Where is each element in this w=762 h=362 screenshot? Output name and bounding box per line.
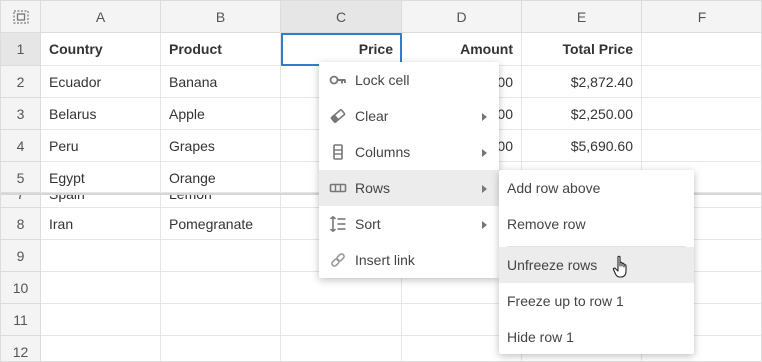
cell-a9[interactable] xyxy=(41,240,161,272)
column-header-e[interactable]: E xyxy=(522,1,642,33)
submenu-item-remove-row[interactable]: Remove row xyxy=(499,206,694,242)
menu-item-label: Insert link xyxy=(355,252,415,268)
cell-a12[interactable] xyxy=(41,336,161,361)
rows-submenu: Add row above Remove row Unfreeze rows F… xyxy=(499,170,694,354)
rows-icon xyxy=(329,183,347,193)
cell-b5[interactable]: Orange xyxy=(161,162,281,193)
menu-item-label: Sort xyxy=(355,216,381,232)
context-menu: Lock cell Clear Columns Rows Sort Insert… xyxy=(319,62,499,278)
column-header-d[interactable]: D xyxy=(402,1,522,33)
cell-e2[interactable]: $2,872.40 xyxy=(522,66,642,98)
submenu-item-label: Freeze up to row 1 xyxy=(507,293,624,309)
column-header-b[interactable]: B xyxy=(161,1,281,33)
eraser-icon xyxy=(330,109,346,123)
row-header[interactable]: 11 xyxy=(1,304,41,336)
submenu-item-hide-row-1[interactable]: Hide row 1 xyxy=(499,319,694,355)
hand-pointer-cursor-icon xyxy=(612,255,627,278)
submenu-item-label: Unfreeze rows xyxy=(507,257,598,273)
row-header[interactable]: 5 xyxy=(1,162,41,193)
cell-a8[interactable]: Iran xyxy=(41,208,161,240)
cell-e1[interactable]: Total Price xyxy=(522,33,642,66)
menu-item-columns[interactable]: Columns xyxy=(319,134,499,170)
menu-item-rows[interactable]: Rows xyxy=(319,170,499,206)
menu-item-label: Rows xyxy=(355,180,391,196)
cell-a1[interactable]: Country xyxy=(41,33,161,66)
menu-item-lock-cell[interactable]: Lock cell xyxy=(319,62,499,98)
submenu-item-label: Remove row xyxy=(507,216,586,232)
cell-a5[interactable]: Egypt xyxy=(41,162,161,193)
select-all-corner[interactable] xyxy=(1,1,41,33)
row-header[interactable]: 8 xyxy=(1,208,41,240)
column-header-f[interactable]: F xyxy=(642,1,761,33)
cell-e3[interactable]: $2,250.00 xyxy=(522,98,642,130)
cell-a2[interactable]: Ecuador xyxy=(41,66,161,98)
menu-item-sort[interactable]: Sort xyxy=(319,206,499,242)
row-header[interactable]: 12 xyxy=(1,336,41,361)
cell-b2[interactable]: Banana xyxy=(161,66,281,98)
cell-e4[interactable]: $5,690.60 xyxy=(522,130,642,162)
row-header[interactable]: 10 xyxy=(1,272,41,304)
cell-f4[interactable] xyxy=(642,130,761,162)
submenu-item-label: Add row above xyxy=(507,180,601,196)
cell-f2[interactable] xyxy=(642,66,761,98)
menu-item-label: Clear xyxy=(355,108,389,124)
cell-f1[interactable] xyxy=(642,33,761,66)
row-header[interactable]: 1 xyxy=(1,33,41,66)
cell-b9[interactable] xyxy=(161,240,281,272)
row-header[interactable]: 3 xyxy=(1,98,41,130)
row-header[interactable]: 9 xyxy=(1,240,41,272)
cell-b4[interactable]: Grapes xyxy=(161,130,281,162)
cell-c12[interactable] xyxy=(281,336,402,361)
cell-a7[interactable]: Spain xyxy=(41,193,161,208)
submenu-arrow-icon xyxy=(482,185,487,193)
submenu-arrow-icon xyxy=(482,149,487,157)
column-header-c[interactable]: C xyxy=(281,1,402,33)
cell-b7[interactable]: Lemon xyxy=(161,193,281,208)
cell-b12[interactable] xyxy=(161,336,281,361)
cell-a3[interactable]: Belarus xyxy=(41,98,161,130)
menu-item-label: Columns xyxy=(355,144,411,160)
cell-a11[interactable] xyxy=(41,304,161,336)
cell-a4[interactable]: Peru xyxy=(41,130,161,162)
menu-item-label: Lock cell xyxy=(355,72,410,88)
column-header-a[interactable]: A xyxy=(41,1,161,33)
cell-c11[interactable] xyxy=(281,304,402,336)
row-header[interactable]: 4 xyxy=(1,130,41,162)
submenu-item-label: Hide row 1 xyxy=(507,329,574,345)
submenu-item-add-row-above[interactable]: Add row above xyxy=(499,170,694,206)
submenu-item-freeze-up-to-row-1[interactable]: Freeze up to row 1 xyxy=(499,283,694,319)
columns-icon xyxy=(333,144,343,160)
cell-b3[interactable]: Apple xyxy=(161,98,281,130)
cell-b8[interactable]: Pomegranate xyxy=(161,208,281,240)
menu-item-clear[interactable]: Clear xyxy=(319,98,499,134)
cell-f3[interactable] xyxy=(642,98,761,130)
submenu-item-unfreeze-rows[interactable]: Unfreeze rows xyxy=(499,247,694,283)
cell-b1[interactable]: Product xyxy=(161,33,281,66)
select-all-icon xyxy=(13,10,29,24)
submenu-arrow-icon xyxy=(482,221,487,229)
sort-icon xyxy=(329,215,346,233)
row-header[interactable]: 7 xyxy=(1,193,41,208)
submenu-arrow-icon xyxy=(482,113,487,121)
menu-item-insert-link[interactable]: Insert link xyxy=(319,242,499,278)
row-header[interactable]: 2 xyxy=(1,66,41,98)
cell-b10[interactable] xyxy=(161,272,281,304)
cell-b11[interactable] xyxy=(161,304,281,336)
link-icon xyxy=(331,253,345,267)
cell-a10[interactable] xyxy=(41,272,161,304)
key-icon xyxy=(329,75,346,85)
